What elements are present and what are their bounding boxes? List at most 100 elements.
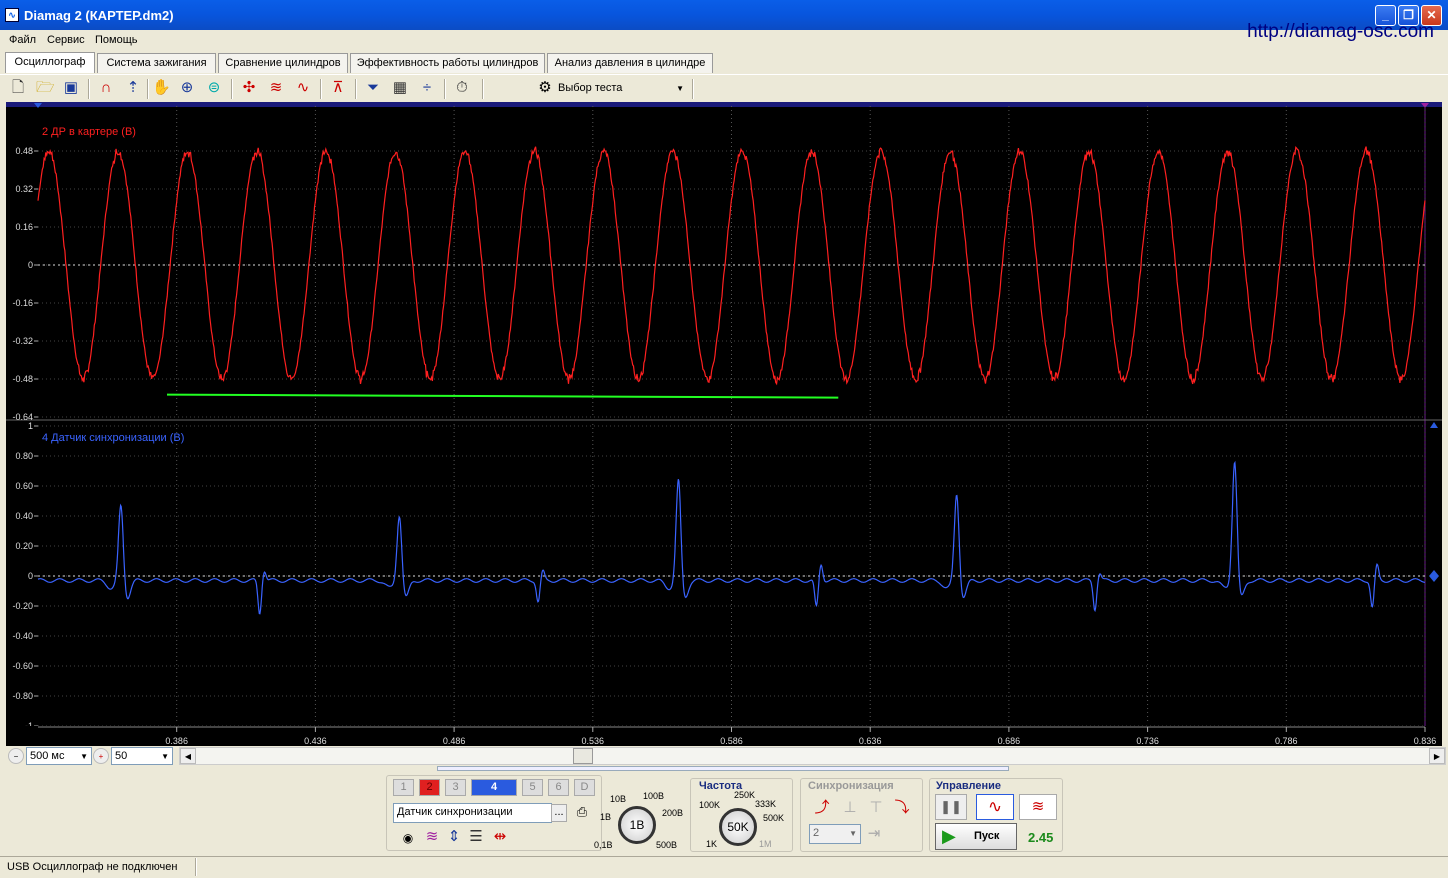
- toolbar-separator: [482, 79, 484, 99]
- sync-arrows-icon[interactable]: ⇥: [865, 825, 883, 843]
- chevron-down-icon: ▼: [80, 752, 88, 761]
- filter-icon[interactable]: ⏷: [364, 79, 382, 97]
- channel-1-button[interactable]: 1: [393, 779, 414, 796]
- channel-4-waveform: [37, 460, 1425, 615]
- start-label: Пуск: [974, 830, 1000, 842]
- sync-level-icon[interactable]: ⊥: [841, 799, 859, 817]
- start-button[interactable]: ▶ Пуск: [935, 823, 1017, 850]
- zoom-in-icon[interactable]: +: [93, 748, 109, 764]
- y-tick-label-channel-4: -0.80: [12, 691, 33, 701]
- site-url[interactable]: http://diamag-osc.com: [1247, 21, 1434, 43]
- toolbar-separator: [231, 79, 233, 99]
- tab-cylinder-efficiency[interactable]: Эффективность работы цилиндров: [350, 53, 545, 73]
- probe-icon[interactable]: ⊜: [205, 79, 223, 97]
- voltage-label-500v: 500В: [656, 840, 678, 850]
- timebase-value: 500 мс: [30, 750, 65, 762]
- x-tick-label: 0.686: [998, 736, 1021, 746]
- split-icon[interactable]: ⇹: [491, 828, 509, 846]
- oscilloscope-plot[interactable]: 0.480.320.160-0.16-0.32-0.48-0.6410.800.…: [6, 102, 1442, 746]
- tab-pressure-analysis[interactable]: Анализ давления в цилиндре: [547, 53, 713, 73]
- divider-icon[interactable]: ÷: [418, 79, 436, 97]
- toolbar-separator: [147, 79, 149, 99]
- sync-auto-icon[interactable]: ⤵: [893, 799, 911, 817]
- green-marker-line: [166, 393, 839, 399]
- new-file-icon[interactable]: 🗋: [9, 79, 27, 97]
- hand-pan-icon[interactable]: ✋: [152, 79, 171, 97]
- x-tick-label: 0.786: [1275, 736, 1298, 746]
- cursor-measure-icon[interactable]: ⇡: [124, 79, 142, 97]
- channel-4-button[interactable]: 4: [471, 779, 517, 796]
- frequency-label-1k: 1K: [706, 839, 718, 849]
- single-mode-button[interactable]: ∿: [976, 794, 1014, 820]
- sync-channel-select[interactable]: 2 ▼: [809, 824, 861, 844]
- voltage-label-1v: 1В: [600, 812, 612, 822]
- voltage-knob[interactable]: 1В: [618, 806, 656, 844]
- scroll-left-icon[interactable]: ◀: [180, 748, 196, 764]
- horizontal-scrollbar[interactable]: ◀ ▶: [179, 747, 1446, 765]
- y-tick-label-channel-4: -0.40: [12, 631, 33, 641]
- save-icon[interactable]: ▣: [62, 79, 80, 97]
- channel-curve-icon[interactable]: ∩: [97, 79, 115, 97]
- toolbar-separator: [355, 79, 357, 99]
- scroll-thumb[interactable]: [573, 748, 593, 764]
- oscilloscope-view[interactable]: 0.48 0.32 0.16 0 -0.16 -0.32 -0.48 -0.64 1 0.80 0.…: [6, 102, 1442, 746]
- y-tick-label-channel-4: 0.60: [15, 481, 33, 491]
- auto-settings-icon[interactable]: ⏱: [453, 79, 471, 97]
- channel-3-button[interactable]: 3: [445, 779, 466, 796]
- frequency-label-500k: 500K: [763, 813, 785, 823]
- continuous-mode-button[interactable]: ≋: [1019, 794, 1057, 820]
- menu-help[interactable]: Помощь: [95, 34, 138, 46]
- scroll-right-icon[interactable]: ▶: [1429, 748, 1445, 764]
- zoom-out-icon[interactable]: −: [8, 748, 24, 764]
- tab-ignition[interactable]: Система зажигания: [97, 53, 216, 73]
- app-icon[interactable]: ∿: [5, 8, 19, 22]
- zoom-icon[interactable]: ⊕: [178, 79, 196, 97]
- channel-2-button[interactable]: 2: [419, 779, 440, 796]
- crosshair-icon[interactable]: ✣: [240, 79, 258, 97]
- sync-falling-icon[interactable]: ⊤: [867, 799, 885, 817]
- probe-settings-icon[interactable]: ⎙: [573, 803, 591, 821]
- signal-invert-icon[interactable]: ≋: [423, 828, 441, 846]
- pause-button[interactable]: ❚❚: [935, 794, 967, 820]
- vertical-shift-icon[interactable]: ⇕: [445, 828, 463, 846]
- noise-wave-icon: ≋: [1031, 798, 1045, 815]
- eye-icon[interactable]: ◉: [399, 829, 417, 847]
- menu-file[interactable]: Файл: [9, 34, 36, 46]
- test-select[interactable]: ⚙ Выбор теста ▼: [534, 78, 688, 99]
- tab-oscilloscope[interactable]: Осциллограф: [5, 52, 95, 73]
- lines-icon[interactable]: ☰: [467, 828, 485, 846]
- auto-trigger-icon[interactable]: ⊼: [329, 79, 347, 97]
- wave-compare-icon[interactable]: ≋: [267, 79, 285, 97]
- tab-cylinder-compare[interactable]: Сравнение цилиндров: [218, 53, 348, 73]
- channel-6-button[interactable]: 6: [548, 779, 569, 796]
- x-tick-label: 0.736: [1136, 736, 1159, 746]
- channel-d-button[interactable]: D: [574, 779, 595, 796]
- channel-5-button[interactable]: 5: [522, 779, 543, 796]
- channel-browse-button[interactable]: ...: [551, 804, 567, 822]
- wave-overlay-icon[interactable]: ∿: [294, 79, 312, 97]
- channel-4-level-marker: [1429, 570, 1439, 582]
- sync-rising-icon[interactable]: ⤴: [813, 799, 831, 817]
- view-range-slider[interactable]: [437, 766, 1009, 771]
- chevron-down-icon: ▼: [676, 84, 684, 93]
- y-tick-label-channel-2: -0.16: [12, 298, 33, 308]
- open-folder-icon[interactable]: 🗁: [36, 79, 55, 97]
- frequency-knob[interactable]: 50K: [719, 808, 757, 846]
- zoom-select[interactable]: 50 ▼: [111, 747, 173, 765]
- status-separator: [195, 858, 197, 876]
- y-tick-label-channel-2: 0.32: [15, 184, 33, 194]
- grid-icon[interactable]: ▦: [391, 79, 409, 97]
- channel-name-field[interactable]: Датчик синхронизации: [393, 803, 552, 823]
- sync-title: Синхронизация: [808, 780, 894, 792]
- fps-value: 2.45: [1028, 830, 1054, 845]
- menu-service[interactable]: Сервис: [47, 34, 85, 46]
- channel-name-value: Датчик синхронизации: [397, 806, 513, 818]
- frequency-label-1m: 1M: [759, 839, 772, 849]
- y-tick-label-channel-4: 1: [28, 421, 33, 431]
- sine-wave-icon: ∿: [987, 797, 1003, 816]
- y-tick-label-channel-2: -0.48: [12, 374, 33, 384]
- voltage-knob-area: 10В 100В 200В 500В 0,1В 1В 1В: [594, 789, 688, 853]
- x-tick-label: 0.836: [1414, 736, 1437, 746]
- timebase-select[interactable]: 500 мс ▼: [26, 747, 92, 765]
- gear-icon: ⚙: [538, 79, 552, 96]
